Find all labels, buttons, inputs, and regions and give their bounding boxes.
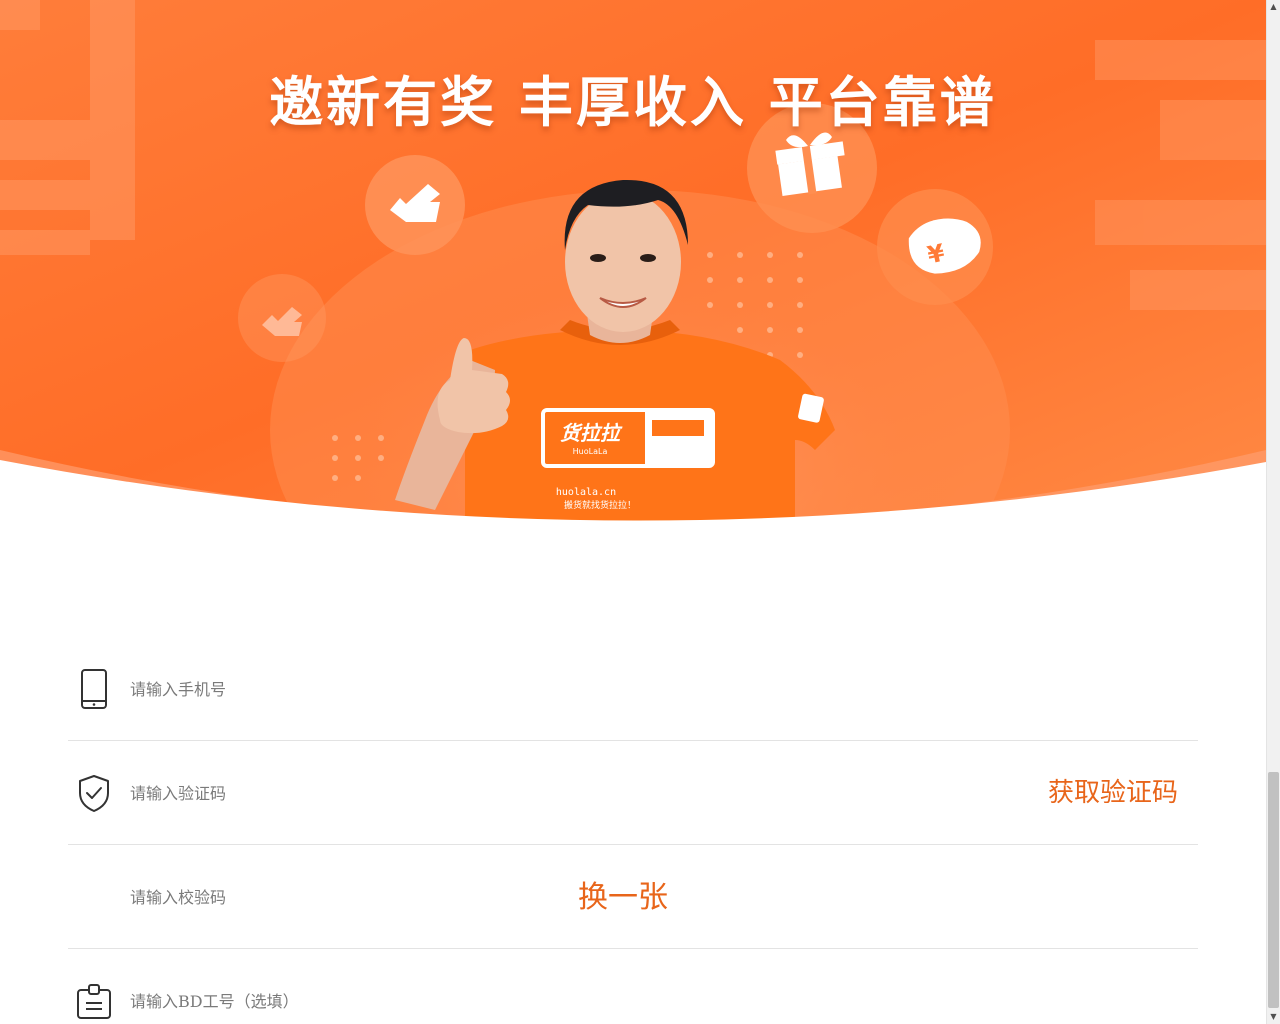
vertical-scrollbar[interactable]: ▲ ▼ [1266,0,1280,1024]
bd-id-row [68,949,1198,1024]
thumbs-up-small-bubble-icon [238,274,326,362]
get-sms-code-button[interactable]: 获取验证码 [1048,778,1178,808]
invite-form: 获取验证码 换一张 [68,637,1198,1024]
refresh-captcha-button[interactable]: 换一张 [578,881,668,915]
promo-banner: ¥ 货拉拉 HuoLaLa huolala.cn 搬货就找货拉拉！ 邀新有奖 丰… [0,0,1266,530]
scroll-thumb[interactable] [1268,772,1279,1008]
phone-input[interactable] [130,673,630,705]
scroll-down-arrow-icon[interactable]: ▼ [1267,1010,1280,1024]
page: ¥ 货拉拉 HuoLaLa huolala.cn 搬货就找货拉拉！ 邀新有奖 丰… [0,0,1280,1024]
svg-text:huolala.cn: huolala.cn [556,487,616,498]
sms-code-row: 获取验证码 [68,741,1198,845]
thumbs-up-bubble-icon [365,155,465,255]
svg-text:搬货就找货拉拉！: 搬货就找货拉拉！ [564,499,636,511]
svg-text:货拉拉: 货拉拉 [560,421,623,445]
banner-headline: 邀新有奖 丰厚收入 平台靠谱 [269,71,997,134]
badge-icon [76,981,112,1021]
bd-id-input[interactable] [130,985,630,1017]
phone-icon [76,669,112,709]
shield-check-icon [76,773,112,813]
phone-row [68,637,1198,741]
sms-code-input[interactable] [130,777,630,809]
svg-text:HuoLaLa: HuoLaLa [573,447,608,456]
scroll-up-arrow-icon[interactable]: ▲ [1267,0,1280,14]
money-bag-bubble-icon: ¥ [877,189,993,305]
captcha-row: 换一张 [68,845,1198,949]
captcha-input[interactable] [130,881,630,913]
